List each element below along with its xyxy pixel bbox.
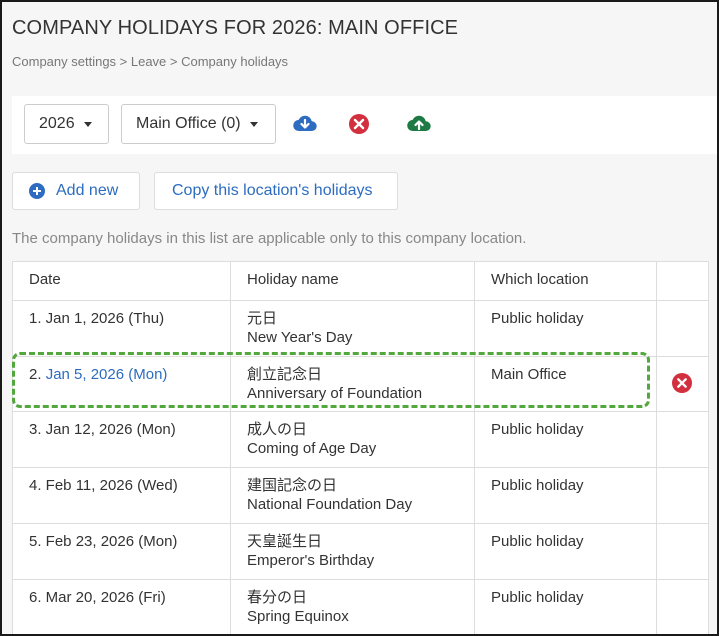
holiday-name-cell: 天皇誕生日 Emperor's Birthday xyxy=(230,523,475,580)
table-row: 4. Feb 11, 2026 (Wed) 建国記念の日 National Fo… xyxy=(12,467,709,524)
location-select[interactable]: Main Office (0) xyxy=(121,104,276,144)
holiday-name-cell: 春分の日 Spring Equinox xyxy=(230,579,475,634)
holiday-name-en: Spring Equinox xyxy=(247,608,349,625)
add-new-label: Add new xyxy=(56,182,119,199)
date-cell: 6. Mar 20, 2026 (Fri) xyxy=(12,579,231,634)
date-cell: 5. Feb 23, 2026 (Mon) xyxy=(12,523,231,580)
actions-cell xyxy=(656,523,709,580)
column-header-actions xyxy=(656,261,709,301)
date-cell: 4. Feb 11, 2026 (Wed) xyxy=(12,467,231,524)
table-header-row: Date Holiday name Which location xyxy=(12,261,709,301)
column-header-date[interactable]: Date xyxy=(12,261,231,301)
location-cell: Main Office xyxy=(474,356,657,412)
plus-circle-icon xyxy=(29,183,45,199)
row-number: 2. xyxy=(29,366,42,383)
table-row: 1. Jan 1, 2026 (Thu) 元日 New Year's Day P… xyxy=(12,300,709,357)
toolbar: 2026 Main Office (0) xyxy=(12,96,717,154)
holiday-name-jp: 成人の日 xyxy=(247,421,308,438)
table-row: 3. Jan 12, 2026 (Mon) 成人の日 Coming of Age… xyxy=(12,411,709,468)
holiday-name-jp: 天皇誕生日 xyxy=(247,533,323,550)
copy-location-holidays-button[interactable]: Copy this location's holidays xyxy=(154,172,398,210)
holiday-name-cell: 元日 New Year's Day xyxy=(230,300,475,357)
date-cell: 3. Jan 12, 2026 (Mon) xyxy=(12,411,231,468)
company-holidays-page: COMPANY HOLIDAYS FOR 2026: MAIN OFFICE C… xyxy=(0,0,719,636)
table-row: 2. Jan 5, 2026 (Mon) 創立記念日 Anniversary o… xyxy=(12,356,709,412)
holiday-name-jp: 元日 xyxy=(247,310,278,327)
location-cell: Public holiday xyxy=(474,579,657,634)
column-header-holiday-name[interactable]: Holiday name xyxy=(230,261,475,301)
date-cell: 1. Jan 1, 2026 (Thu) xyxy=(12,300,231,357)
holiday-name-jp: 創立記念日 xyxy=(247,366,323,383)
holidays-table: Date Holiday name Which location 1. Jan … xyxy=(12,261,709,634)
cloud-download-icon[interactable] xyxy=(292,112,318,136)
location-cell: Public holiday xyxy=(474,523,657,580)
table-row: 6. Mar 20, 2026 (Fri) 春分の日 Spring Equino… xyxy=(12,579,709,634)
location-cell: Public holiday xyxy=(474,467,657,524)
holiday-name-en: Coming of Age Day xyxy=(247,440,377,457)
actions-cell xyxy=(656,411,709,468)
delete-icon[interactable] xyxy=(346,112,372,136)
date-link[interactable]: Jan 5, 2026 (Mon) xyxy=(46,366,168,383)
location-note: The company holidays in this list are ap… xyxy=(12,230,527,247)
location-cell: Public holiday xyxy=(474,300,657,357)
holiday-name-en: Emperor's Birthday xyxy=(247,552,375,569)
location-select-value: Main Office (0) xyxy=(136,115,241,132)
page-title: COMPANY HOLIDAYS FOR 2026: MAIN OFFICE xyxy=(12,17,459,39)
holiday-name-en: New Year's Day xyxy=(247,329,353,346)
column-header-location[interactable]: Which location xyxy=(474,261,657,301)
cloud-upload-icon[interactable] xyxy=(406,112,432,136)
chevron-down-icon xyxy=(83,121,92,127)
copy-label: Copy this location's holidays xyxy=(172,182,373,199)
holiday-name-cell: 創立記念日 Anniversary of Foundation xyxy=(230,356,475,412)
delete-row-icon[interactable] xyxy=(671,372,693,394)
year-select[interactable]: 2026 xyxy=(24,104,109,144)
table-row: 5. Feb 23, 2026 (Mon) 天皇誕生日 Emperor's Bi… xyxy=(12,523,709,580)
add-new-button[interactable]: Add new xyxy=(12,172,140,210)
actions-cell xyxy=(656,467,709,524)
actions-cell xyxy=(656,579,709,634)
holiday-name-jp: 春分の日 xyxy=(247,589,308,606)
holiday-name-cell: 建国記念の日 National Foundation Day xyxy=(230,467,475,524)
year-select-value: 2026 xyxy=(39,115,75,132)
breadcrumb[interactable]: Company settings > Leave > Company holid… xyxy=(12,54,288,69)
holiday-name-en: Anniversary of Foundation xyxy=(247,385,423,402)
chevron-down-icon xyxy=(249,121,258,127)
holiday-name-en: National Foundation Day xyxy=(247,496,413,513)
holiday-name-cell: 成人の日 Coming of Age Day xyxy=(230,411,475,468)
location-cell: Public holiday xyxy=(474,411,657,468)
date-cell: 2. Jan 5, 2026 (Mon) xyxy=(12,356,231,412)
holiday-name-jp: 建国記念の日 xyxy=(247,477,338,494)
actions-cell xyxy=(656,300,709,357)
